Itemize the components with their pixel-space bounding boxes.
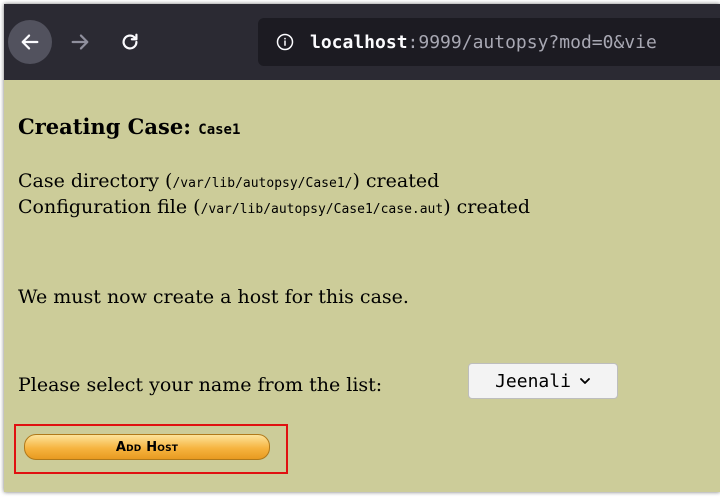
chevron-down-icon xyxy=(580,378,590,384)
reload-icon xyxy=(122,33,138,50)
back-button[interactable] xyxy=(8,20,52,64)
url-host: localhost xyxy=(310,31,408,53)
case-directory-message: Case directory (/var/lib/autopsy/Case1/)… xyxy=(18,170,439,192)
page-title: Creating Case: Case1 xyxy=(18,114,240,139)
config-file-suffix: ) created xyxy=(443,196,531,218)
name-select[interactable]: Jeenali xyxy=(468,363,618,399)
url-text: localhost:9999/autopsy?mod=0&vie xyxy=(310,32,657,53)
case-directory-path: /var/lib/autopsy/Case1/ xyxy=(172,176,353,191)
reload-button[interactable] xyxy=(108,20,152,64)
add-host-button[interactable]: Add Host xyxy=(24,434,270,460)
address-bar[interactable]: localhost:9999/autopsy?mod=0&vie xyxy=(258,18,720,66)
name-select-value: Jeenali xyxy=(495,370,571,392)
config-file-prefix: Configuration file ( xyxy=(18,196,201,218)
url-path: :9999/autopsy?mod=0&vie xyxy=(407,31,657,53)
forward-button[interactable] xyxy=(58,20,102,64)
host-message: We must now create a host for this case. xyxy=(18,286,409,308)
back-arrow-icon xyxy=(21,34,39,50)
case-directory-suffix: ) created xyxy=(352,170,440,192)
case-name: Case1 xyxy=(198,122,241,138)
screenshot-frame: localhost:9999/autopsy?mod=0&vie Creatin… xyxy=(4,4,720,492)
case-directory-prefix: Case directory ( xyxy=(18,170,173,192)
forward-arrow-icon xyxy=(71,34,89,50)
config-file-message: Configuration file (/var/lib/autopsy/Cas… xyxy=(18,196,530,218)
info-icon[interactable] xyxy=(276,33,294,51)
config-file-path: /var/lib/autopsy/Case1/case.aut xyxy=(200,202,444,217)
select-label: Please select your name from the list: xyxy=(18,374,383,396)
browser-toolbar: localhost:9999/autopsy?mod=0&vie xyxy=(4,4,720,80)
page-title-label: Creating Case: xyxy=(18,114,191,139)
